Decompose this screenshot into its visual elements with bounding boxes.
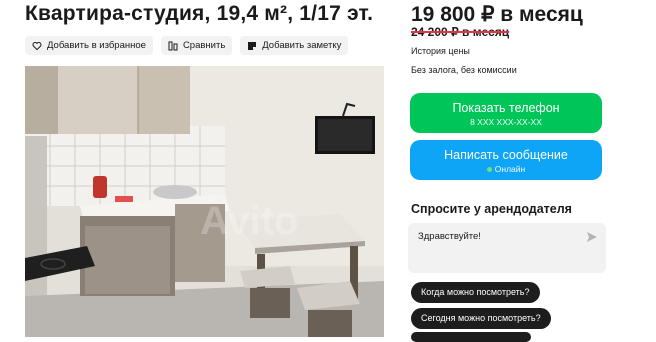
online-status: Онлайн xyxy=(410,164,602,174)
compare-icon xyxy=(168,41,178,50)
listing-title: Квартира-студия, 19,4 м², 1/17 эт. xyxy=(25,2,374,25)
apartment-photo: Avito xyxy=(25,66,384,337)
photo-watermark: Avito xyxy=(200,199,299,243)
online-dot-icon xyxy=(486,167,492,173)
heart-icon xyxy=(32,41,42,50)
ask-landlord-heading: Спросите у арендодателя xyxy=(411,202,572,216)
compare-button[interactable]: Сравнить xyxy=(160,36,233,55)
message-input[interactable]: Здравствуйте! xyxy=(408,223,606,273)
add-to-favorites-button[interactable]: Добавить в избранное xyxy=(25,36,153,55)
add-to-favorites-label: Добавить в избранное xyxy=(47,40,146,51)
send-icon[interactable] xyxy=(586,231,598,243)
message-input-text: Здравствуйте! xyxy=(418,231,481,242)
rental-terms: Без залога, без комиссии xyxy=(411,65,517,75)
quick-question-when[interactable]: Когда можно посмотреть? xyxy=(411,282,540,303)
note-icon xyxy=(248,41,257,50)
write-message-label: Написать сообщение xyxy=(444,148,568,162)
write-message-button[interactable]: Написать сообщение Онлайн xyxy=(410,140,602,180)
price-history-link[interactable]: История цены xyxy=(411,46,470,56)
quick-question-today[interactable]: Сегодня можно посмотреть? xyxy=(411,308,551,329)
price: 19 800 ₽ в месяц xyxy=(411,3,583,26)
show-phone-label: Показать телефон xyxy=(452,101,560,115)
compare-label: Сравнить xyxy=(182,40,226,51)
listing-actions: Добавить в избранное Сравнить Добавить з… xyxy=(25,36,349,55)
masked-phone-number: 8 XXX XXX-XX-XX xyxy=(470,117,542,127)
online-status-text: Онлайн xyxy=(494,164,526,174)
old-price: 24 200 ₽ в месяц xyxy=(411,25,510,39)
listing-photo[interactable]: Avito xyxy=(25,66,384,337)
show-phone-button[interactable]: Показать телефон 8 XXX XXX-XX-XX xyxy=(410,93,602,133)
quick-question-more[interactable] xyxy=(411,332,531,342)
add-note-label: Добавить заметку xyxy=(262,40,342,51)
add-note-button[interactable]: Добавить заметку xyxy=(240,36,349,55)
